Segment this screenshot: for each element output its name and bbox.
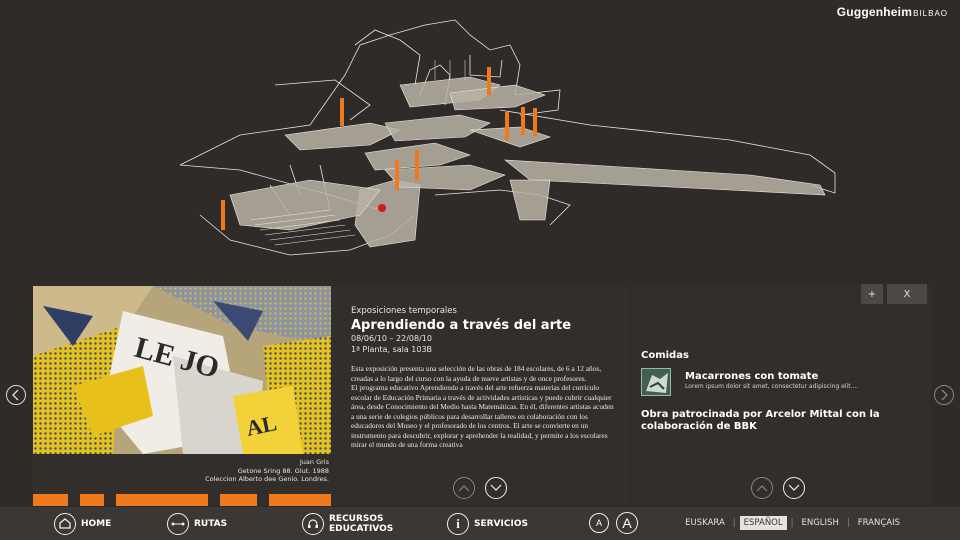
scroll-down-button[interactable] <box>485 477 507 499</box>
chevron-up-icon <box>458 485 470 492</box>
orange-bar-1 <box>33 494 68 506</box>
nav-recursos-line-2: EDUCATIVOS <box>329 523 394 534</box>
exhibition-title: Aprendiendo a través del arte <box>351 318 572 333</box>
nav-rutas-label: RUTAS <box>194 518 228 529</box>
orange-bar-5 <box>269 494 331 506</box>
side-panel: + X Comidas Macarrones con tomate Lorem … <box>631 284 931 506</box>
lang-euskara[interactable]: EUSKARA <box>681 516 729 530</box>
nav-home-label: HOME <box>81 518 112 529</box>
exhibition-category: Exposiciones temporales <box>351 306 457 316</box>
artwork-image[interactable]: LE JO AL <box>33 286 331 454</box>
next-arrow-button[interactable] <box>934 385 954 405</box>
font-size-large-button[interactable]: A <box>616 512 638 534</box>
artwork-caption: Juan Gris Getone Sring 88. Glut. 1988 Co… <box>129 458 329 484</box>
guggenheim-logo: GuggenheimBILBAO <box>837 5 948 19</box>
nav-servicios[interactable]: i SERVICIOS <box>447 507 528 540</box>
headphones-icon <box>302 512 324 535</box>
artwork-title: Getone Sring 88. Glut. 1988 <box>237 466 329 475</box>
nav-recursos-label: RECURSOS EDUCATIVOS <box>329 514 393 534</box>
artwork-artist: Juan Gris <box>299 458 329 466</box>
location-marker <box>378 204 386 212</box>
lang-separator: | <box>790 518 794 528</box>
side-scroll-down-button[interactable] <box>783 477 805 499</box>
lang-separator: | <box>846 518 850 528</box>
home-icon <box>54 512 76 535</box>
route-icon <box>167 512 189 535</box>
side-scroll-up-button[interactable] <box>751 477 773 499</box>
artwork-collection: Coleccion Alberto dee Genio. Londres. <box>205 475 329 483</box>
font-size-small-button[interactable]: A <box>589 513 609 533</box>
chevron-down-icon <box>490 484 502 491</box>
brand-sub: BILBAO <box>913 9 948 18</box>
close-button[interactable]: X <box>887 284 927 304</box>
scroll-up-button[interactable] <box>453 477 475 499</box>
side-scroll-controls <box>751 477 805 499</box>
section-heading: Comidas <box>641 350 689 361</box>
chevron-down-icon <box>788 484 800 491</box>
chevron-right-icon <box>941 389 948 401</box>
exhibition-info: Exposiciones temporales Aprendiendo a tr… <box>351 306 616 474</box>
exhibition-description: Esta exposición presenta una selección d… <box>351 364 616 474</box>
description-scroll-controls <box>453 477 507 499</box>
food-name: Macarrones con tomate <box>685 371 819 382</box>
orange-bar-2 <box>80 494 104 506</box>
lang-english[interactable]: ENGLISH <box>797 516 842 530</box>
description-paragraph-1: Esta exposición presenta una selección d… <box>351 364 602 383</box>
food-thumbnail <box>641 368 671 396</box>
exhibition-dates: 08/06/10 – 22/08/10 <box>351 334 432 343</box>
chevron-up-icon <box>756 485 768 492</box>
nav-servicios-label: SERVICIOS <box>474 518 528 529</box>
nav-recursos-line-1: RECURSOS <box>329 513 384 524</box>
orange-bar-3 <box>116 494 208 506</box>
nav-recursos-educativos[interactable]: RECURSOS EDUCATIVOS <box>302 507 393 540</box>
language-selector: EUSKARA | ESPAÑOL | ENGLISH | FRANÇAIS <box>681 516 904 530</box>
bottom-navbar: HOME RUTAS RECURSOS EDUCATIVOS i SERVICI… <box>0 507 960 540</box>
sponsor-text: Obra patrocinada por Arcelor Mittal con … <box>641 409 880 432</box>
exhibition-location: 1ª Planta, sala 103B <box>351 345 433 354</box>
info-icon: i <box>447 512 469 535</box>
expand-button[interactable]: + <box>861 284 883 304</box>
previous-arrow-button[interactable] <box>6 385 26 405</box>
nav-home[interactable]: HOME <box>54 507 111 540</box>
food-description: Lorem ipsum dolor sit amet, consectetur … <box>685 383 859 390</box>
museum-3d-model[interactable] <box>170 15 850 265</box>
nav-rutas[interactable]: RUTAS <box>167 507 227 540</box>
orange-bar-4 <box>220 494 257 506</box>
lang-espanol[interactable]: ESPAÑOL <box>739 516 787 530</box>
lang-separator: | <box>732 518 736 528</box>
exhibition-panel: LE JO AL Juan Gris Getone Sring 88. Glut… <box>33 286 629 506</box>
description-paragraph-2: El programa educativo Aprendiendo a trav… <box>351 383 614 449</box>
food-item[interactable]: Macarrones con tomate Lorem ipsum dolor … <box>641 368 927 396</box>
chevron-left-icon <box>12 389 19 401</box>
lang-francais[interactable]: FRANÇAIS <box>854 516 904 530</box>
